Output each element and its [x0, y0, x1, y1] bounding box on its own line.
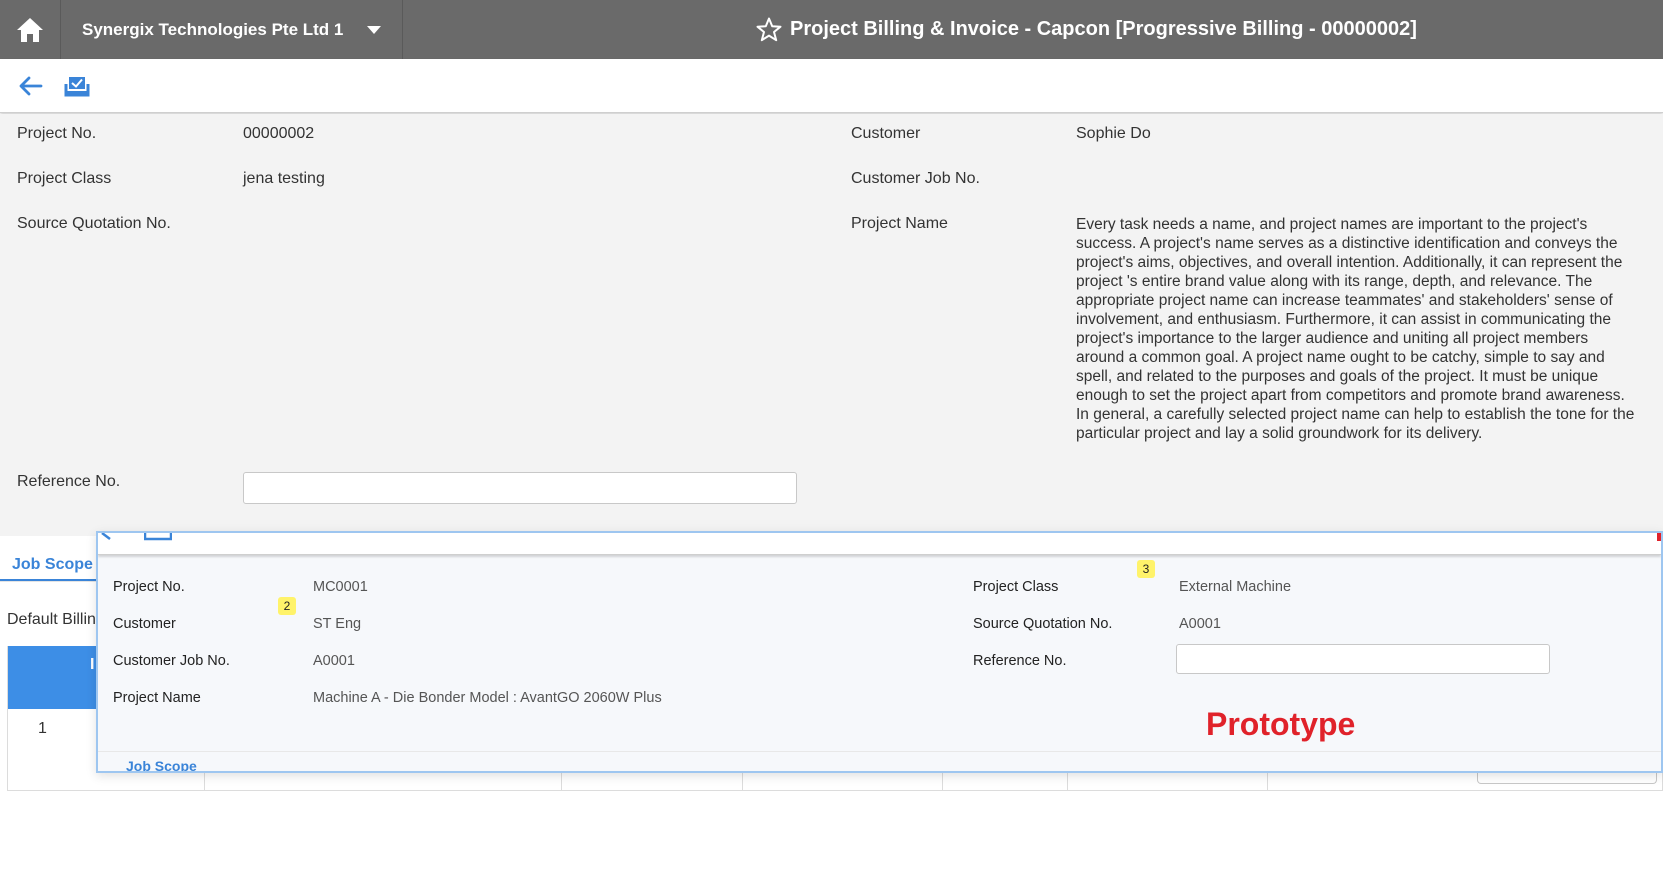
customer-value: Sophie Do: [1076, 125, 1151, 142]
reference-no-input[interactable]: [243, 472, 797, 504]
project-name-label: Project Name: [851, 215, 948, 232]
project-class-value: jena testing: [243, 170, 325, 187]
overlay-customer-job-value: A0001: [313, 653, 355, 669]
customer-job-label: Customer Job No.: [851, 170, 980, 187]
top-bar: Synergix Technologies Pte Ltd 1 Project …: [0, 0, 1663, 59]
overlay-reference-no-label: Reference No.: [973, 653, 1067, 669]
overlay-project-class-label: Project Class: [973, 579, 1059, 595]
save-tray-icon: [64, 76, 90, 96]
arrow-left-icon: [19, 76, 43, 95]
annotation-badge: 3: [1137, 560, 1155, 578]
default-billing-label: Default Billin: [7, 611, 96, 628]
project-details-form: Project No. 00000002 Project Class jena …: [0, 114, 1663, 536]
project-class-label: Project Class: [17, 170, 112, 187]
annotation-badge: 2: [278, 597, 296, 615]
overlay-project-no-value: MC0001: [313, 579, 368, 595]
close-marker[interactable]: [1657, 533, 1661, 541]
arrow-left-icon[interactable]: [100, 533, 114, 541]
home-button[interactable]: [0, 0, 61, 59]
company-name: Synergix Technologies Pte Ltd 1: [82, 19, 344, 39]
overlay-source-quotation-label: Source Quotation No.: [973, 616, 1113, 632]
page-title: Project Billing & Invoice - Capcon [Prog…: [790, 18, 1417, 40]
overlay-tab-job-scope[interactable]: Job Scope: [126, 758, 197, 771]
project-no-label: Project No.: [17, 125, 97, 142]
column-separator: [561, 770, 562, 791]
overlay-source-quotation-value: A0001: [1179, 616, 1221, 632]
column-separator: [942, 770, 943, 791]
toolbar: [0, 59, 1663, 113]
column-separator: [742, 770, 743, 791]
column-separator: [204, 770, 205, 791]
table-row-number: 1: [38, 720, 47, 737]
save-tray-icon[interactable]: [144, 533, 172, 541]
table-header-label: I: [90, 656, 95, 673]
column-separator: [1067, 770, 1068, 791]
tab-job-scope[interactable]: Job Scope: [12, 556, 93, 574]
star-outline-icon[interactable]: [756, 17, 782, 42]
save-button[interactable]: [63, 72, 91, 100]
back-button[interactable]: [17, 72, 45, 100]
customer-label: Customer: [851, 125, 921, 142]
page-title-group: Project Billing & Invoice - Capcon [Prog…: [756, 0, 1417, 59]
overlay-project-no-label: Project No.: [113, 579, 185, 595]
overlay-project-class-value: External Machine: [1179, 579, 1292, 595]
source-quotation-label: Source Quotation No.: [17, 215, 171, 232]
overlay-toolbar: [98, 533, 1661, 555]
project-no-value: 00000002: [243, 125, 315, 142]
overlay-customer-job-label: Customer Job No.: [113, 653, 230, 669]
overlay-tab-divider: [98, 751, 1661, 752]
company-selector[interactable]: Synergix Technologies Pte Ltd 1: [61, 0, 403, 59]
overlay-customer-label: Customer: [113, 616, 176, 632]
column-separator: [1267, 770, 1268, 791]
prototype-overlay: Project No. MC0001 Customer ST Eng 2 Cus…: [96, 531, 1663, 773]
caret-down-icon: [367, 25, 381, 34]
prototype-watermark: Prototype: [1206, 706, 1356, 742]
overlay-reference-no-input[interactable]: [1176, 644, 1550, 674]
overlay-customer-value: ST Eng: [313, 616, 362, 632]
reference-no-label: Reference No.: [17, 473, 121, 490]
overlay-project-name-label: Project Name: [113, 690, 201, 706]
overlay-project-name-value: Machine A - Die Bonder Model : AvantGO 2…: [313, 690, 662, 706]
project-name-value: Every task needs a name, and project nam…: [1076, 216, 1635, 442]
home-icon: [17, 17, 43, 42]
